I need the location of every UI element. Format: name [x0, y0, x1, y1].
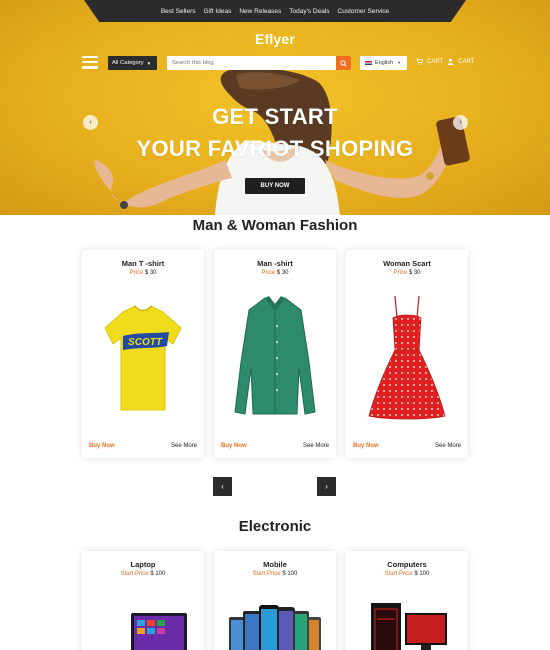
- product-card: Man -shirt Price $ 30 Buy Now See More: [214, 250, 336, 458]
- yellow-tshirt-image: SCOTT: [104, 305, 182, 411]
- product-card: Computers Start Price $ 100: [346, 551, 468, 650]
- product-price: Start Price $ 100: [346, 571, 468, 577]
- product-price: Start Price $ 100: [214, 571, 336, 577]
- smartphones-image: [229, 605, 321, 650]
- nav-best-sellers[interactable]: Best Sellers: [161, 8, 196, 15]
- red-dress-image: [368, 295, 446, 420]
- laptop-image: [131, 613, 187, 650]
- product-card: Woman Scart Price $ 30 Buy Now See More: [346, 250, 468, 458]
- price-value: $ 100: [150, 571, 166, 577]
- cart-icon[interactable]: [416, 58, 423, 65]
- product-price: Price $ 30: [346, 270, 468, 276]
- nav-todays-deals[interactable]: Today's Deals: [289, 8, 329, 15]
- top-nav-bar: Best Sellers Gift Ideas New Releases Tod…: [84, 0, 466, 22]
- search-button[interactable]: [336, 56, 351, 70]
- hero-title-line1: GET START: [212, 104, 338, 129]
- chevron-right-icon: ›: [325, 482, 328, 491]
- product-name: Mobile: [263, 560, 287, 569]
- product-name: Man T -shirt: [121, 259, 165, 268]
- buy-now-link[interactable]: Buy Now: [353, 443, 379, 449]
- price-label: Price: [261, 270, 276, 276]
- price-label: Start Price: [384, 571, 413, 577]
- product-card: Man T -shirt Price $ 30 SCOTT Buy Now Se…: [82, 250, 204, 458]
- flag-icon: [365, 60, 372, 66]
- site-logo[interactable]: Eflyer: [0, 31, 550, 47]
- see-more-link[interactable]: See More: [435, 443, 461, 449]
- buy-now-link[interactable]: Buy Now: [89, 443, 115, 449]
- price-value: $ 100: [414, 571, 430, 577]
- price-value: $ 30: [144, 270, 157, 276]
- product-name: Laptop: [130, 560, 156, 569]
- nav-gift-ideas[interactable]: Gift Ideas: [204, 8, 232, 15]
- nav-new-releases[interactable]: New Releases: [239, 8, 281, 15]
- price-label: Price: [393, 270, 408, 276]
- product-price: Start Price $ 100: [82, 571, 204, 577]
- price-value: $ 30: [276, 270, 289, 276]
- cart-area: CART CART: [416, 58, 474, 65]
- hero-banner: Best Sellers Gift Ideas New Releases Tod…: [0, 0, 550, 215]
- carousel-next-button[interactable]: ›: [317, 477, 336, 496]
- fashion-section-title: Man & Woman Fashion: [192, 217, 358, 234]
- product-name: Woman Scart: [383, 259, 431, 268]
- menu-icon[interactable]: [82, 56, 98, 69]
- electronic-section-title: Electronic: [238, 518, 312, 535]
- product-card: Mobile Start Price $ 100: [214, 551, 336, 650]
- search-icon: [340, 59, 347, 67]
- category-dropdown[interactable]: All Category ▼: [108, 56, 157, 70]
- product-name: Man -shirt: [257, 259, 293, 268]
- see-more-link[interactable]: See More: [303, 443, 329, 449]
- price-label: Price: [129, 270, 144, 276]
- search-bar: [167, 56, 351, 70]
- chevron-left-icon: ‹: [221, 482, 224, 491]
- product-price: Price $ 30: [214, 270, 336, 276]
- price-label: Start Price: [252, 571, 281, 577]
- search-input[interactable]: [167, 56, 336, 70]
- chevron-down-icon: ▾: [398, 60, 401, 65]
- price-label: Start Price: [120, 571, 149, 577]
- cart-label[interactable]: CART: [427, 59, 443, 65]
- chevron-down-icon: ▼: [146, 60, 152, 66]
- hero-buy-now-button[interactable]: BUY NOW: [245, 178, 305, 194]
- price-value: $ 30: [408, 270, 421, 276]
- buy-now-link[interactable]: Buy Now: [221, 443, 247, 449]
- hero-title-line2: YOUR FAVRIOT SHOPING: [136, 136, 414, 161]
- category-label: All Category: [112, 60, 144, 66]
- product-name: Computers: [387, 560, 427, 569]
- price-value: $ 100: [282, 571, 298, 577]
- carousel-prev-button[interactable]: ‹: [213, 477, 232, 496]
- language-dropdown[interactable]: English ▾: [360, 56, 407, 70]
- svg-text:SCOTT: SCOTT: [128, 337, 163, 348]
- product-price: Price $ 30: [82, 270, 204, 276]
- user-icon[interactable]: [447, 58, 454, 65]
- product-card: Laptop Start Price $ 100: [82, 551, 204, 650]
- account-cart-label[interactable]: CART: [458, 59, 474, 65]
- green-shirt-image: [234, 296, 316, 415]
- language-label: English: [375, 60, 394, 66]
- see-more-link[interactable]: See More: [171, 443, 197, 449]
- desktop-pc-image: [371, 603, 447, 650]
- nav-customer-service[interactable]: Customer Service: [338, 8, 390, 15]
